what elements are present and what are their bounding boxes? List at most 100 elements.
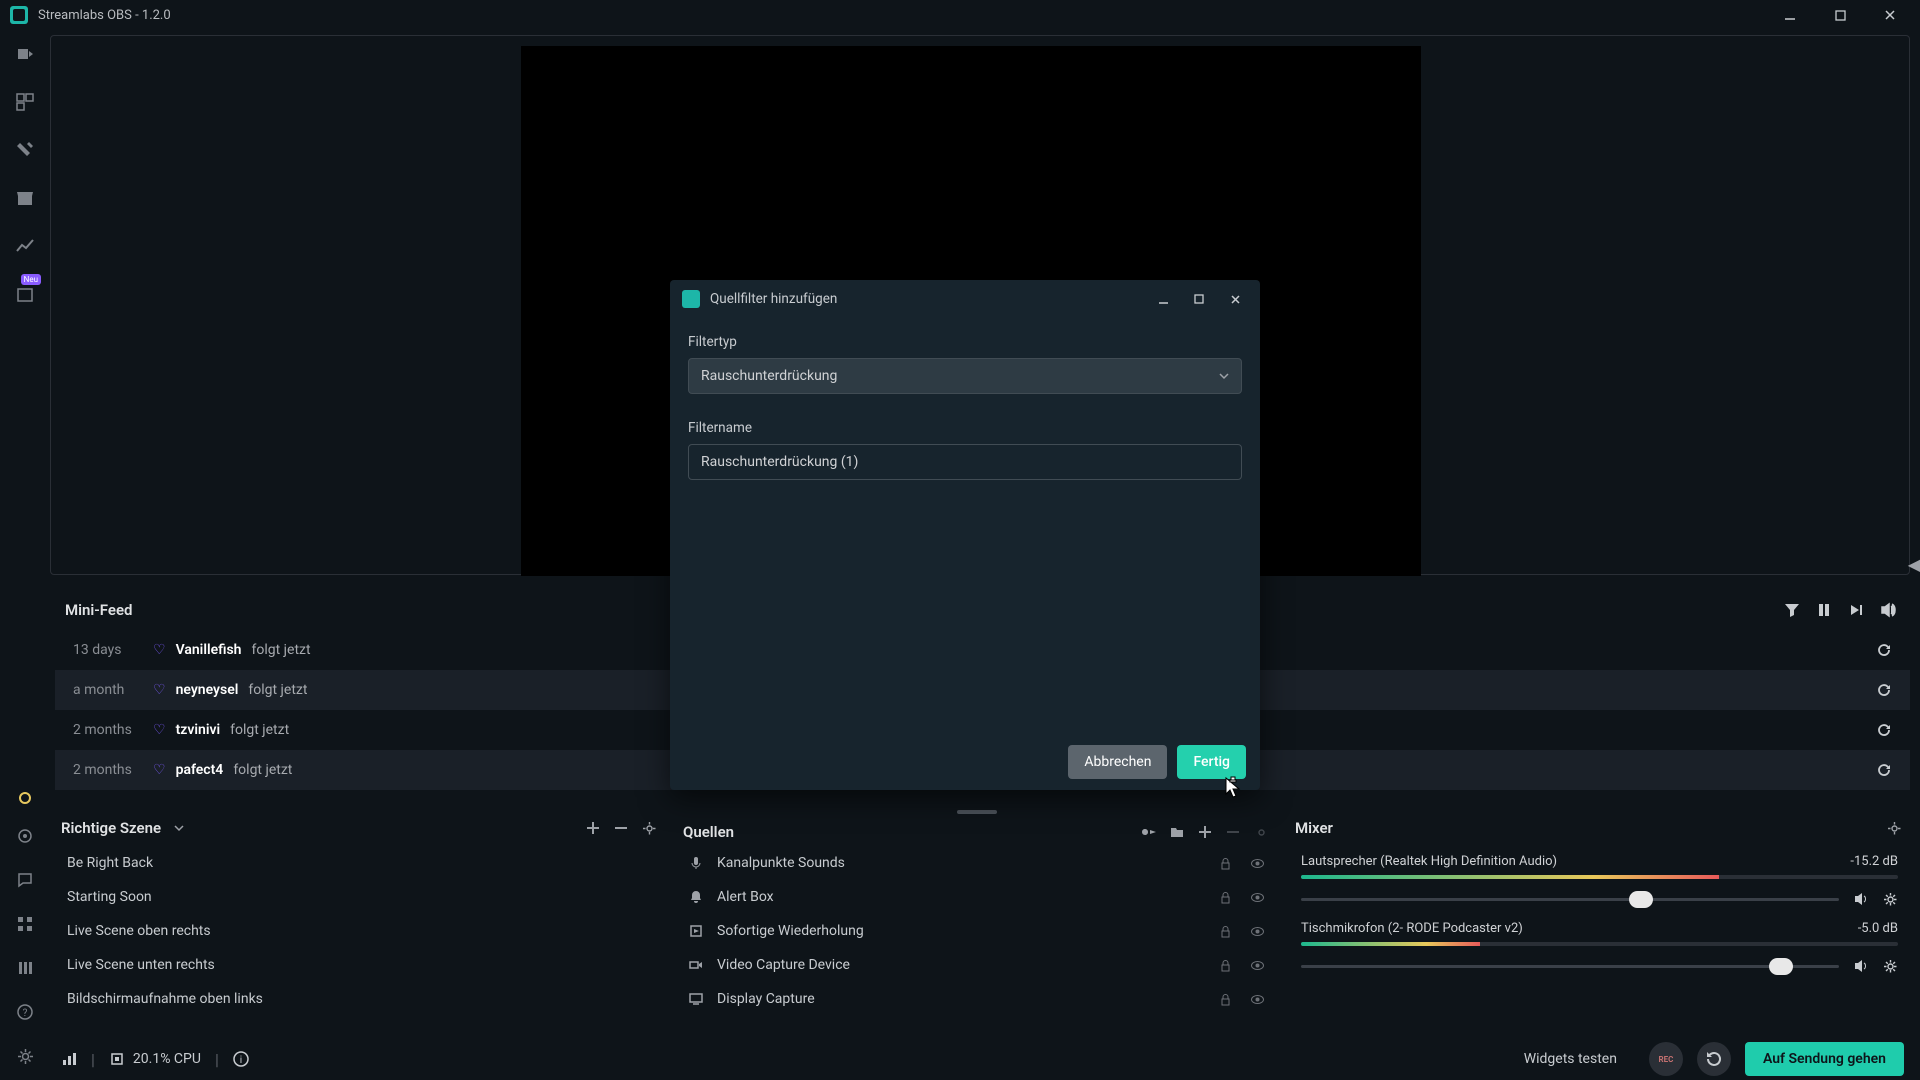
replay-icon[interactable]	[1876, 722, 1892, 738]
go-live-button[interactable]: Auf Sendung gehen	[1745, 1042, 1904, 1076]
source-item[interactable]: Kanalpunkte Sounds	[677, 846, 1277, 880]
feed-action: folgt jetzt	[233, 762, 292, 778]
add-source-button[interactable]	[1195, 822, 1215, 842]
scenes-panel: Richtige Szene Be Right BackStarting Soo…	[55, 810, 665, 1005]
heart-icon: ♡	[153, 722, 166, 738]
volume-slider[interactable]	[1301, 898, 1839, 901]
feed-time: 2 months	[73, 722, 143, 738]
scene-item[interactable]: Live Scene oben rechts	[55, 914, 665, 948]
chat-icon[interactable]	[13, 868, 37, 892]
modal-close-button[interactable]	[1222, 286, 1248, 312]
cpu-stat: 20.1% CPU	[133, 1051, 201, 1067]
visibility-icon[interactable]	[1250, 856, 1265, 871]
help-icon[interactable]: ?	[13, 1000, 37, 1024]
apps-icon[interactable]: Neu	[13, 282, 37, 306]
grid-icon[interactable]	[13, 912, 37, 936]
svg-text:?: ?	[23, 1008, 28, 1019]
feed-action: folgt jetzt	[230, 722, 289, 738]
drag-handle[interactable]	[957, 810, 997, 814]
scene-item[interactable]: Live Scene unten rechts	[55, 948, 665, 982]
feed-user: neyneysel	[176, 682, 239, 698]
source-item[interactable]: Display Capture	[677, 982, 1277, 1016]
replay-buffer-button[interactable]	[1697, 1042, 1731, 1076]
bottom-panels: Richtige Szene Be Right BackStarting Soo…	[55, 810, 1910, 1005]
lock-icon[interactable]	[1219, 857, 1232, 870]
done-button[interactable]: Fertig	[1177, 745, 1246, 779]
heart-icon: ♡	[153, 682, 166, 698]
source-label: Kanalpunkte Sounds	[717, 855, 845, 871]
replay-icon[interactable]	[1876, 762, 1892, 778]
info-icon[interactable]: i	[233, 1051, 249, 1067]
mic-icon	[689, 856, 705, 870]
speaker-icon[interactable]	[1853, 891, 1869, 907]
window-close-button[interactable]	[1870, 1, 1910, 29]
layout-icon[interactable]	[13, 90, 37, 114]
left-rail: Neu ?	[0, 30, 50, 1080]
source-settings-icon[interactable]	[1251, 822, 1271, 842]
footer: | 20.1% CPU | i Widgets testen REC Auf S…	[55, 1038, 1910, 1080]
gear-icon[interactable]	[1883, 959, 1898, 974]
gear-icon[interactable]	[1883, 892, 1898, 907]
test-widgets-button[interactable]: Widgets testen	[1506, 1042, 1635, 1076]
volume-icon[interactable]	[1876, 598, 1900, 622]
remove-scene-button[interactable]	[611, 818, 631, 838]
mixer-settings-icon[interactable]	[1884, 818, 1904, 838]
source-folder-icon[interactable]	[1167, 822, 1187, 842]
visibility-icon[interactable]	[1250, 924, 1265, 939]
lock-icon[interactable]	[1219, 891, 1232, 904]
source-item[interactable]: Alert Box	[677, 880, 1277, 914]
cancel-button[interactable]: Abbrechen	[1068, 745, 1167, 779]
mini-feed-title: Mini-Feed	[65, 601, 132, 619]
audio-meter	[1301, 875, 1898, 879]
visibility-icon[interactable]	[1250, 992, 1265, 1007]
skip-icon[interactable]	[1844, 598, 1868, 622]
feed-action: folgt jetzt	[252, 642, 311, 658]
record-button[interactable]: REC	[1649, 1042, 1683, 1076]
scene-item[interactable]: Bildschirmaufnahme oben links	[55, 982, 665, 1016]
add-scene-button[interactable]	[583, 818, 603, 838]
status-indicator-icon[interactable]	[19, 792, 31, 804]
modal-maximize-button[interactable]	[1186, 286, 1212, 312]
editor-icon[interactable]	[13, 42, 37, 66]
window-minimize-button[interactable]	[1770, 1, 1810, 29]
filtertype-select[interactable]: Rauschunterdrückung	[688, 358, 1242, 394]
analytics-icon[interactable]	[13, 234, 37, 258]
monitor-icon	[689, 992, 705, 1006]
feed-time: 13 days	[73, 642, 143, 658]
new-badge: Neu	[21, 274, 41, 285]
replay-icon[interactable]	[1876, 682, 1892, 698]
visibility-icon[interactable]	[1250, 958, 1265, 973]
chevron-down-icon[interactable]	[169, 818, 189, 838]
svg-text:i: i	[240, 1055, 242, 1066]
source-item[interactable]: Sofortige Wiederholung	[677, 914, 1277, 948]
pause-icon[interactable]	[1812, 598, 1836, 622]
source-label: Alert Box	[717, 889, 774, 905]
lock-icon[interactable]	[1219, 993, 1232, 1006]
stats-icon[interactable]	[61, 1051, 77, 1067]
feed-user: tzvinivi	[176, 722, 221, 738]
source-mic-icon[interactable]	[1139, 822, 1159, 842]
settings-icon[interactable]	[13, 1044, 37, 1068]
window-maximize-button[interactable]	[1820, 1, 1860, 29]
right-collapse-toggle[interactable]: ◀	[1908, 555, 1920, 574]
visibility-icon[interactable]	[1250, 890, 1265, 905]
speaker-icon[interactable]	[1853, 958, 1869, 974]
modal-minimize-button[interactable]	[1150, 286, 1176, 312]
filtername-input[interactable]	[688, 444, 1242, 480]
app-logo	[10, 6, 28, 24]
layers-icon[interactable]	[13, 956, 37, 980]
lock-icon[interactable]	[1219, 925, 1232, 938]
store-icon[interactable]	[13, 186, 37, 210]
scene-settings-icon[interactable]	[639, 818, 659, 838]
filter-icon[interactable]	[1780, 598, 1804, 622]
lock-icon[interactable]	[1219, 959, 1232, 972]
scene-item[interactable]: Be Right Back	[55, 846, 665, 880]
replay-icon[interactable]	[1876, 642, 1892, 658]
notifications-icon[interactable]	[13, 824, 37, 848]
audio-meter	[1301, 942, 1898, 946]
volume-slider[interactable]	[1301, 965, 1839, 968]
source-item[interactable]: Video Capture Device	[677, 948, 1277, 982]
themes-icon[interactable]	[13, 138, 37, 162]
remove-source-button[interactable]	[1223, 822, 1243, 842]
scene-item[interactable]: Starting Soon	[55, 880, 665, 914]
